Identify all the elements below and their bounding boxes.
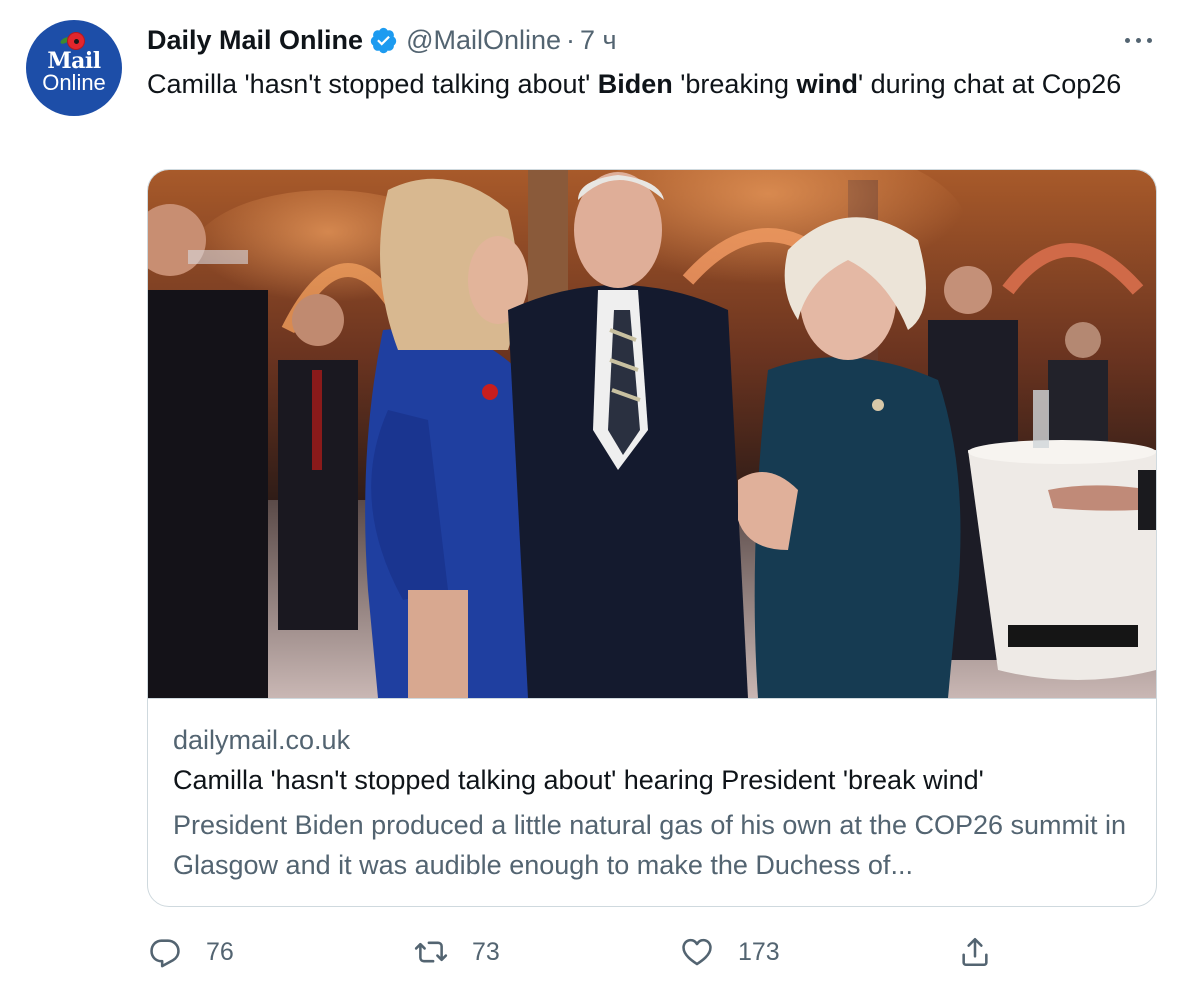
card-image[interactable] [148, 170, 1156, 698]
tweet-header: Daily Mail Online @MailOnline · 7 ч [147, 22, 617, 58]
like-count: 173 [738, 937, 780, 966]
share-icon [962, 937, 988, 967]
tweet-text-part: Camilla 'hasn't stopped talking about' [147, 69, 598, 99]
author-name[interactable]: Daily Mail Online [147, 25, 363, 56]
retweet-button[interactable]: 73 [414, 930, 500, 974]
link-card[interactable]: dailymail.co.uk Camilla 'hasn't stopped … [147, 169, 1157, 907]
heart-icon [682, 938, 712, 966]
poppy-icon [68, 33, 84, 49]
tweet-text-part: ' during chat at Cop26 [857, 69, 1122, 99]
tweet-text: Camilla 'hasn't stopped talking about' B… [147, 64, 1162, 104]
card-description: President Biden produced a little natura… [173, 810, 1127, 880]
reply-icon [150, 939, 180, 968]
more-options-icon[interactable] [1122, 28, 1156, 54]
tweet-text-bold-wind: wind [796, 69, 858, 99]
card-divider [148, 698, 1156, 699]
author-handle[interactable]: @MailOnline [406, 25, 561, 56]
card-domain: dailymail.co.uk [173, 725, 351, 755]
share-button[interactable] [958, 930, 992, 974]
reply-button[interactable]: 76 [148, 930, 234, 974]
separator-dot: · [566, 24, 576, 55]
avatar-logo-online: Online [42, 70, 106, 95]
like-button[interactable]: 173 [680, 930, 780, 974]
retweet-count: 73 [472, 937, 500, 966]
retweet-icon [414, 941, 448, 963]
tweet-text-part: 'breaking [672, 69, 797, 99]
tweet[interactable]: Mail Online Daily Mail Online @MailOnlin… [0, 0, 1182, 992]
tweet-text-bold-biden: Biden [597, 69, 673, 99]
verified-badge-icon [369, 26, 398, 55]
action-bar: 76 73 173 [0, 930, 1182, 974]
timestamp[interactable]: 7 ч [580, 25, 617, 56]
avatar[interactable]: Mail Online [26, 20, 122, 116]
reply-count: 76 [206, 937, 234, 966]
card-title[interactable]: Camilla 'hasn't stopped talking about' h… [173, 765, 984, 796]
